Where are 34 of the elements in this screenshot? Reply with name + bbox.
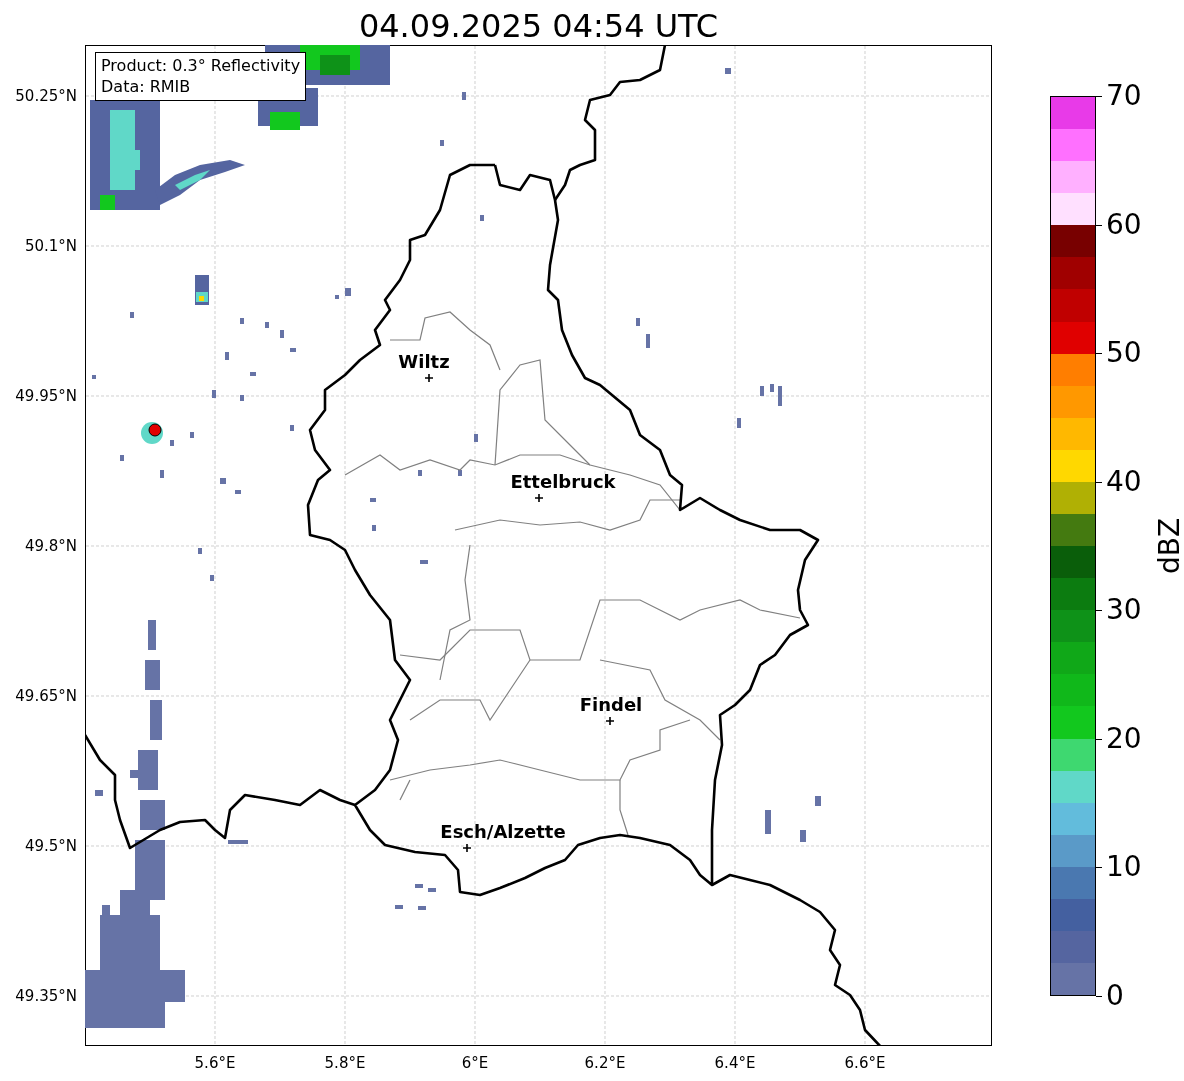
colorbar-tick-label: 40 [1096,465,1142,498]
latitude-label: 50.25°N [15,87,77,105]
chart-title: 04.09.2025 04:54 UTC [357,6,720,45]
colorbar-tick-label: 20 [1096,722,1142,755]
longitude-label: 5.8°E [324,1054,366,1072]
colorbar-tick-label: 10 [1096,851,1142,884]
latitude-label: 49.65°N [15,687,77,705]
latitude-label: 50.1°N [24,237,77,255]
colorbar-tick-label: 60 [1096,208,1142,241]
colorbar-tick-label: 0 [1096,980,1124,1012]
colorbar-tick-label: 70 [1096,80,1142,112]
info-text: Data: RMIB [101,76,192,97]
latitude-label: 49.8°N [24,537,77,555]
city-label: Esch/Alzette [440,821,566,843]
city-marker-icon [463,844,471,852]
longitude-label: 6.6°E [844,1054,886,1072]
city-marker-icon [606,717,614,725]
longitude-label: 6.4°E [714,1054,756,1072]
latitude-label: 49.35°N [15,987,77,1005]
city-label: Ettelbruck [510,471,616,493]
colorbar-tick-label: 30 [1096,594,1142,627]
longitude-label: 6.2°E [584,1054,626,1072]
radar-site-icon [148,423,162,437]
longitude-label: 6°E [461,1054,489,1072]
latitude-label: 49.5°N [24,837,77,855]
city-marker-icon [535,494,543,502]
latitude-label: 49.95°N [15,387,77,405]
colorbar-tick-label: 50 [1096,337,1142,370]
longitude-label: 5.6°E [194,1054,236,1072]
info-text: Product: 0.3° Reflectivity [101,55,301,76]
city-label: Wiltz [398,351,450,373]
city-marker-icon [425,374,433,382]
colorbar-label: dBZ [1152,517,1184,575]
city-label: Findel [579,694,643,716]
